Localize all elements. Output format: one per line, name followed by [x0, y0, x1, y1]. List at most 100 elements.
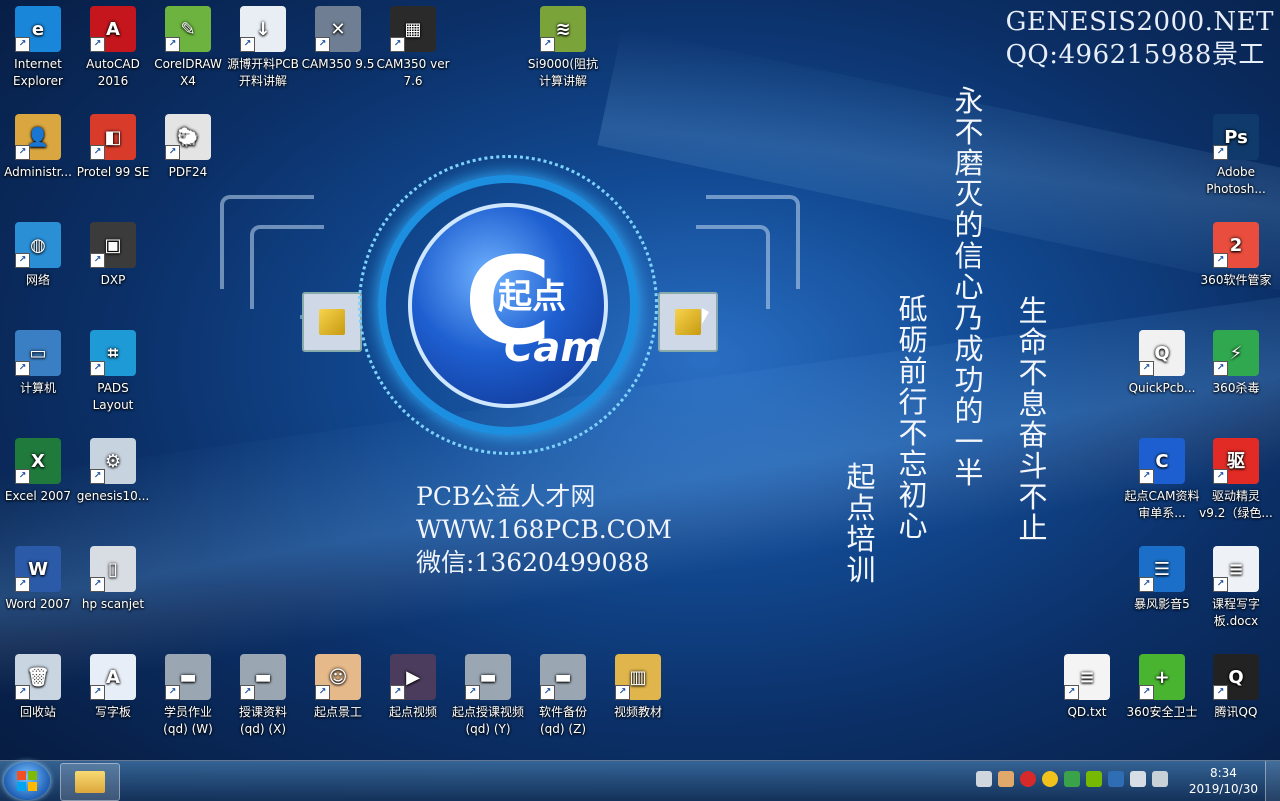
- network-tray-icon[interactable]: [1152, 771, 1168, 787]
- desktop-icon[interactable]: ✎ ↗ CorelDRAW X4: [150, 6, 226, 90]
- icon-glyph: ▭: [29, 342, 47, 364]
- volume-icon[interactable]: [1130, 771, 1146, 787]
- shortcut-arrow-icon: ↗: [90, 37, 105, 52]
- shield-icon[interactable]: [1064, 771, 1080, 787]
- icon-glyph: ☰: [1153, 558, 1171, 580]
- wordpad-icon: A ↗: [90, 654, 136, 700]
- desktop-icon[interactable]: ⚡ ↗ 360杀毒: [1198, 330, 1274, 397]
- 360-tray-icon[interactable]: [1042, 771, 1058, 787]
- vertical-slogan: 砥砺前行不忘初心: [898, 292, 928, 543]
- desktop-icon[interactable]: W ↗ Word 2007: [0, 546, 76, 613]
- desktop-icon[interactable]: Q ↗ QuickPcb...: [1124, 330, 1200, 397]
- desktop-icon[interactable]: Q ↗ 腾讯QQ: [1198, 654, 1274, 721]
- shortcut-arrow-icon: ↗: [1064, 685, 1079, 700]
- desktop-icon[interactable]: ▦ ↗ CAM350 ver 7.6: [375, 6, 451, 90]
- watermark-line: GENESIS2000.NET: [1005, 7, 1274, 37]
- desktop-icon[interactable]: ◍ ↗ 网络: [0, 222, 76, 289]
- app-tray-icon[interactable]: [998, 771, 1014, 787]
- desktop-icon-label: 起点授课视频 (qd) (Y): [451, 705, 524, 736]
- icon-glyph: ▥: [629, 666, 647, 688]
- icon-glyph: Q: [1154, 342, 1170, 364]
- shortcut-arrow-icon: ↗: [165, 37, 180, 52]
- desktop-icon[interactable]: 👤 ↗ Administr...: [0, 114, 76, 181]
- desktop-icon[interactable]: ▬ ↗ 起点授课视频 (qd) (Y): [450, 654, 526, 738]
- protel-icon: ◧ ↗: [90, 114, 136, 160]
- icon-glyph: ✎: [180, 18, 196, 40]
- desktop-icon[interactable]: + ↗ 360安全卫士: [1124, 654, 1200, 721]
- desktop-icon[interactable]: ▬ ↗ 授课资料 (qd) (X): [225, 654, 301, 738]
- quickpcb-icon: Q ↗: [1139, 330, 1185, 376]
- desktop-icon[interactable]: ▬ ↗ 学员作业 (qd) (W): [150, 654, 226, 738]
- network-drive-icon: ▬ ↗: [465, 654, 511, 700]
- desktop-icon[interactable]: ☰ ↗ 暴风影音5: [1124, 546, 1200, 613]
- icon-glyph: Q: [1228, 666, 1244, 688]
- driver-genius-icon: 驱 ↗: [1213, 438, 1259, 484]
- desktop-icon[interactable]: ⚙ ↗ genesis10...: [75, 438, 151, 505]
- desktop-icon-label: 起点视频: [388, 705, 437, 719]
- keyboard-icon[interactable]: [976, 771, 992, 787]
- icon-glyph: ≋: [555, 18, 571, 40]
- clock[interactable]: 8:34 2019/10/30: [1189, 765, 1258, 797]
- desktop-icon-label: 学员作业 (qd) (W): [163, 705, 213, 736]
- desktop-icon[interactable]: 🗑 ↗ 回收站: [0, 654, 76, 721]
- folder-icon: ▥ ↗: [615, 654, 661, 700]
- stop-icon[interactable]: [1020, 771, 1036, 787]
- icon-glyph: ◍: [30, 234, 46, 256]
- desktop-icon[interactable]: ◧ ↗ Protel 99 SE: [75, 114, 151, 181]
- desktop-icon-label: 计算机: [19, 381, 56, 395]
- desktop-icon-label: genesis10...: [76, 489, 150, 503]
- start-button[interactable]: [4, 762, 50, 800]
- desktop-icon[interactable]: Ps ↗ Adobe Photosh...: [1198, 114, 1274, 198]
- shortcut-arrow-icon: ↗: [315, 37, 330, 52]
- desktop-icon[interactable]: 2 ↗ 360软件管家: [1198, 222, 1274, 289]
- bluetooth-icon[interactable]: [1108, 771, 1124, 787]
- desktop-icon[interactable]: X ↗ Excel 2007: [0, 438, 76, 505]
- watermark: GENESIS2000.NET QQ:496215988景工: [1006, 6, 1274, 72]
- desktop-icon[interactable]: ≡ ↗ QD.txt: [1049, 654, 1125, 721]
- desktop-icon[interactable]: ▣ ↗ DXP: [75, 222, 151, 289]
- desktop-icon-label: Adobe Photosh...: [1206, 165, 1266, 196]
- desktop-icon-label: 写字板: [94, 705, 131, 719]
- mouse-cursor: [702, 308, 709, 324]
- desktop-icon-label: hp scanjet: [81, 597, 145, 611]
- vertical-slogan: 起点培训: [846, 460, 876, 587]
- network-drive-icon: ▬ ↗: [540, 654, 586, 700]
- desktop-icon[interactable]: ≋ ↗ Si9000(阻抗计算讲解: [525, 6, 601, 90]
- taskbar-file-explorer[interactable]: [60, 763, 120, 801]
- desktop-icon[interactable]: ▥ ↗ 视频教材: [600, 654, 676, 721]
- desktop-icon[interactable]: 驱 ↗ 驱动精灵 v9.2（绿色...: [1198, 438, 1274, 522]
- icon-glyph: ▣: [104, 234, 122, 256]
- icon-glyph: ▬: [179, 666, 197, 688]
- desktop-icon[interactable]: ▭ ↗ 计算机: [0, 330, 76, 397]
- storm-player-icon: ☰ ↗: [1139, 546, 1185, 592]
- desktop-icon[interactable]: A ↗ AutoCAD 2016: [75, 6, 151, 90]
- shortcut-arrow-icon: ↗: [15, 577, 30, 592]
- desktop-icon[interactable]: ⌗ ↗ PADS Layout: [75, 330, 151, 414]
- show-desktop-button[interactable]: [1265, 761, 1280, 801]
- shortcut-arrow-icon: ↗: [1139, 685, 1154, 700]
- desktop-icon[interactable]: ▯ ↗ hp scanjet: [75, 546, 151, 613]
- desktop-icon[interactable]: A ↗ 写字板: [75, 654, 151, 721]
- desktop-icon[interactable]: ▶ ↗ 起点视频: [375, 654, 451, 721]
- nvidia-icon[interactable]: [1086, 771, 1102, 787]
- icon-glyph: Ps: [1224, 126, 1248, 148]
- desktop-icon[interactable]: ↓ ↗ 源博开料PCB开料讲解: [225, 6, 301, 90]
- desktop-icon-label: 起点景工: [313, 705, 362, 719]
- desktop-icon-label: 课程写字板.docx: [1211, 597, 1260, 628]
- desktop-icon[interactable]: e ↗ Internet Explorer: [0, 6, 76, 90]
- desktop-icon-label: 360安全卫士: [1126, 705, 1198, 719]
- desktop-icon[interactable]: ≡ ↗ 课程写字板.docx: [1198, 546, 1274, 630]
- desktop-icon[interactable]: ☺ ↗ 起点景工: [300, 654, 376, 721]
- shortcut-arrow-icon: ↗: [165, 145, 180, 160]
- desktop-icon[interactable]: ▬ ↗ 软件备份 (qd) (Z): [525, 654, 601, 738]
- computer-icon: ▭ ↗: [15, 330, 61, 376]
- ie-icon: e ↗: [15, 6, 61, 52]
- desktop-icon[interactable]: C ↗ 起点CAM资料审单系...: [1124, 438, 1200, 522]
- desktop-icon[interactable]: 🐑 ↗ PDF24: [150, 114, 226, 181]
- site-line: WWW.168PCB.COM: [416, 515, 672, 544]
- icon-glyph: ▬: [254, 666, 272, 688]
- desktop-icon-label: 腾讯QQ: [1214, 705, 1258, 719]
- shortcut-arrow-icon: ↗: [1139, 361, 1154, 376]
- desktop-icon[interactable]: ✕ ↗ CAM350 9.5: [300, 6, 376, 73]
- desktop-icon-label: 360软件管家: [1200, 273, 1272, 287]
